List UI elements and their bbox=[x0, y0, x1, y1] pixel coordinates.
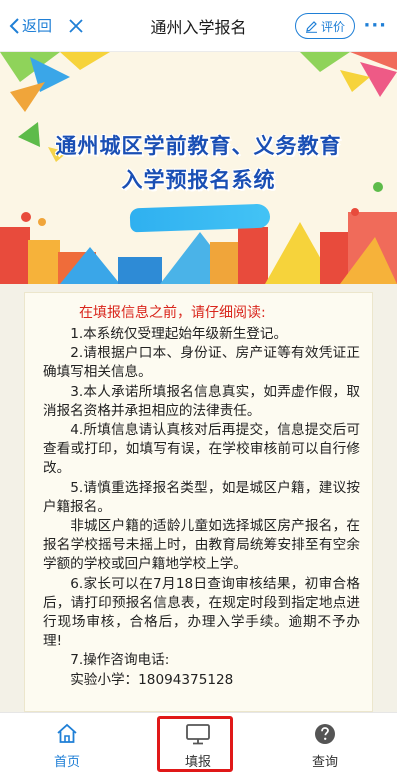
notice-item: 5.请慎重选择报名类型，如是城区户籍，建议按户籍报名。 bbox=[43, 479, 360, 515]
chevron-left-icon bbox=[9, 17, 19, 34]
question-icon bbox=[315, 724, 335, 744]
tab-fill-label: 填报 bbox=[184, 755, 211, 770]
tab-home-label: 首页 bbox=[53, 755, 80, 770]
close-icon[interactable] bbox=[66, 16, 86, 36]
banner-title-line1: 通州城区学前教育、义务教育 bbox=[55, 135, 342, 158]
banner-title-line2: 入学预报名系统 bbox=[121, 169, 276, 192]
notice-item: 3.本人承诺所填报名信息真实，如弄虚作假，取消报名资格并承担相应的法律责任。 bbox=[43, 383, 360, 419]
back-button[interactable]: 返回 bbox=[8, 15, 52, 36]
notice-item: 实验小学：18094375128 bbox=[70, 671, 234, 688]
notice-heading: 在填报信息之前，请仔细阅读: bbox=[79, 305, 266, 321]
back-label: 返回 bbox=[22, 17, 53, 35]
notice-item: 1.本系统仅受理起始年级新生登记。 bbox=[70, 326, 288, 342]
rate-button[interactable]: 评价 bbox=[294, 13, 355, 39]
banner: 通州城区学前教育、义务教育 入学预报名系统 bbox=[0, 52, 397, 284]
notice-item: 4.所填信息请认真核对后再提交，信息提交后可查看或打印，如填写有误，在学校审核前… bbox=[43, 422, 360, 477]
notice-item: 非城区户籍的适龄儿童如选择城区房产报名，在报名学校摇号未摇上时，由教育局统筹安排… bbox=[43, 518, 360, 573]
monitor-icon bbox=[186, 724, 210, 745]
notice-item: 2.请根据户口本、身份证、房产证等有效凭证正确填写相关信息。 bbox=[43, 345, 360, 381]
tab-home[interactable]: 首页 bbox=[27, 721, 107, 770]
bottom-tab-bar: 首页 填报 查询 bbox=[0, 712, 397, 783]
banner-brush-stroke bbox=[129, 203, 271, 233]
notice-panel: 在填报信息之前，请仔细阅读: 1.本系统仅受理起始年级新生登记。 2.请根据户口… bbox=[24, 292, 373, 712]
home-icon bbox=[57, 723, 77, 743]
notice-item: 7.操作咨询电话: bbox=[70, 652, 170, 669]
rate-label: 评价 bbox=[320, 19, 345, 34]
tab-fill[interactable]: 填报 bbox=[158, 721, 238, 770]
tab-query[interactable]: 查询 bbox=[285, 721, 365, 770]
more-icon[interactable]: ··· bbox=[363, 16, 387, 36]
top-navigation-bar: 返回 通州入学报名 评价 ··· bbox=[0, 0, 397, 52]
edit-icon bbox=[305, 20, 317, 33]
notice-item: 6.家长可以在7月18日查询审核结果，初审合格后，请打印预报名信息表，在规定时段… bbox=[43, 575, 360, 650]
tab-query-label: 查询 bbox=[311, 755, 338, 770]
